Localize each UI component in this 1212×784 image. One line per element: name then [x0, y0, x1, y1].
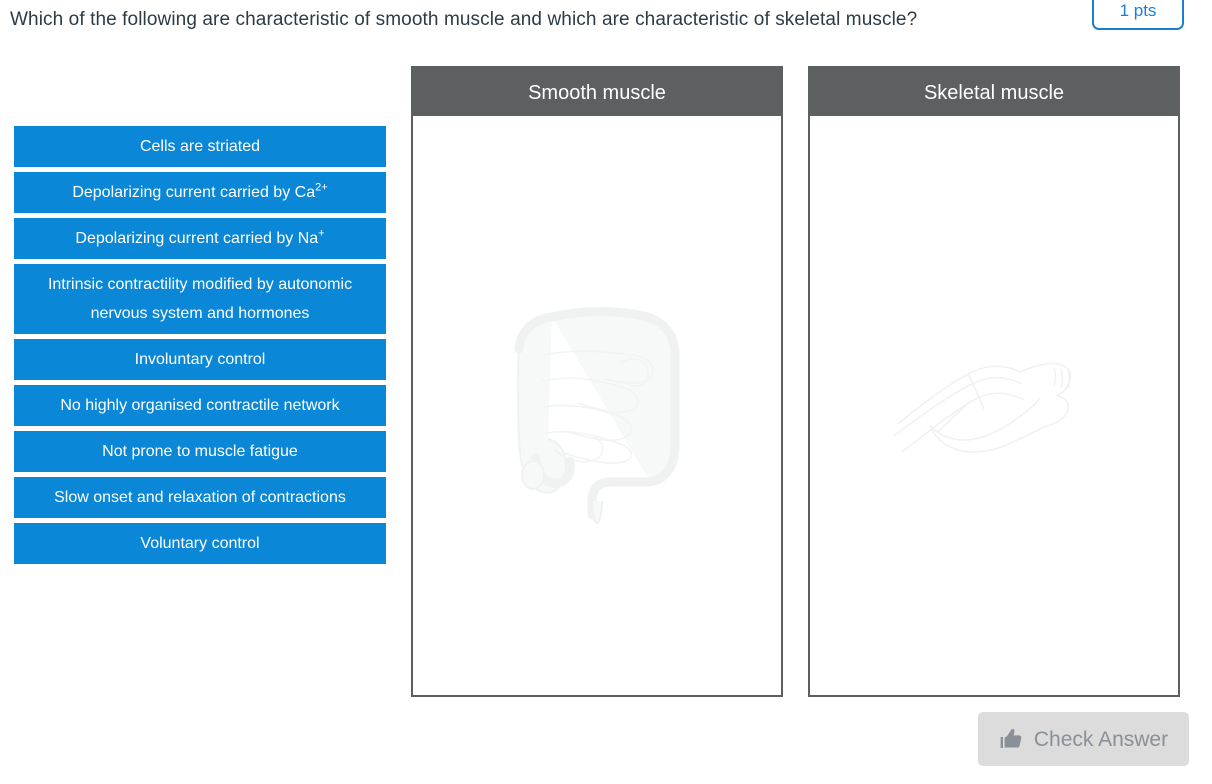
option-tile[interactable]: Intrinsic contractility modified by auto… — [14, 264, 386, 334]
option-tile[interactable]: Slow onset and relaxation of contraction… — [14, 477, 386, 518]
check-answer-button[interactable]: Check Answer — [978, 712, 1189, 766]
dropzone-skeletal-muscle[interactable]: Skeletal muscle — [808, 66, 1180, 697]
dropzone-smooth-muscle-title: Smooth muscle — [413, 68, 781, 118]
check-answer-label: Check Answer — [1033, 727, 1169, 751]
flexed-arm-illustration — [810, 118, 1178, 695]
option-tile[interactable]: Depolarizing current carried by Ca2+ — [14, 172, 386, 213]
thumbs-up-icon — [999, 726, 1025, 752]
dropzone-smooth-muscle-body[interactable] — [413, 118, 781, 695]
option-tile[interactable]: Involuntary control — [14, 339, 386, 380]
option-tile[interactable]: Not prone to muscle fatigue — [14, 431, 386, 472]
dropzone-smooth-muscle[interactable]: Smooth muscle — [411, 66, 783, 697]
option-tile[interactable]: Cells are striated — [14, 126, 386, 167]
intestine-illustration — [413, 118, 781, 695]
dropzone-skeletal-muscle-title: Skeletal muscle — [810, 68, 1178, 118]
option-tile[interactable]: Depolarizing current carried by Na+ — [14, 218, 386, 259]
draggable-options-list: Cells are striated Depolarizing current c… — [14, 126, 386, 569]
option-tile[interactable]: Voluntary control — [14, 523, 386, 564]
dropzone-skeletal-muscle-body[interactable] — [810, 118, 1178, 695]
points-badge: 1 pts — [1092, 0, 1184, 30]
question-header: Which of the following are characteristi… — [0, 0, 1212, 46]
question-prompt: Which of the following are characteristi… — [10, 9, 918, 30]
option-tile[interactable]: No highly organised contractile network — [14, 385, 386, 426]
